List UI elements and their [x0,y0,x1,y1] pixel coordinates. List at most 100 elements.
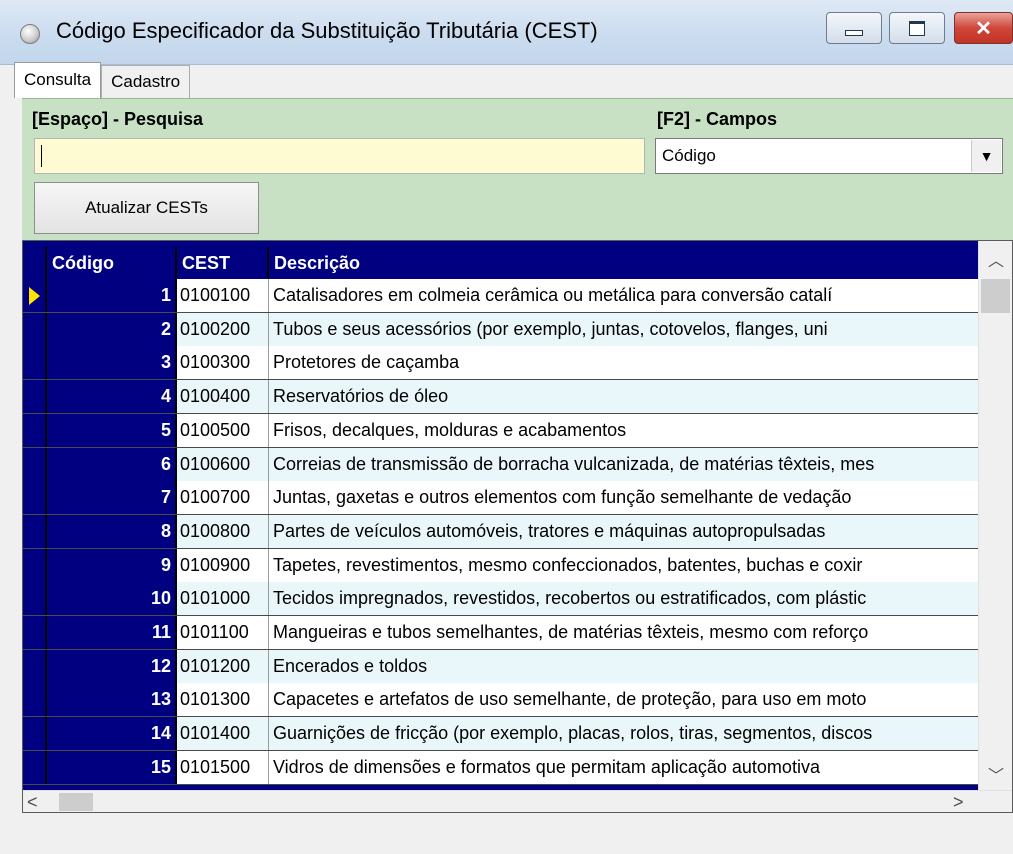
fields-label: [F2] - Campos [657,109,778,129]
close-icon: ✕ [975,17,992,40]
search-label: [Espaço] - Pesquisa [32,109,204,129]
descricao-cell[interactable]: Tapetes, revestimentos, mesmo confeccion… [269,548,978,582]
cest-cell[interactable]: 0100400 [177,380,269,414]
vertical-scrollbar[interactable]: ︿ ﹀ [978,241,1012,790]
codigo-cell[interactable]: 4 [47,380,177,414]
cest-cell[interactable]: 0100500 [177,413,269,447]
minimize-button[interactable] [826,12,882,44]
maximize-button[interactable] [889,12,945,44]
codigo-cell[interactable]: 14 [47,717,177,751]
codigo-cell[interactable]: 11 [47,616,177,649]
grid-header-row: Código CEST Descrição [23,247,978,279]
row-indicator-cell [23,413,47,447]
title-bar[interactable]: Código Especificador da Substituição Tri… [0,0,1013,65]
header-indicator-cell [23,247,47,279]
codigo-cell[interactable]: 8 [47,514,177,548]
column-header-codigo[interactable]: Código [47,247,177,279]
cest-cell[interactable]: 0101400 [177,717,269,751]
codigo-cell[interactable]: 6 [47,447,177,481]
scroll-left-icon[interactable]: < [27,791,38,812]
close-button[interactable]: ✕ [954,12,1013,44]
current-row-pointer-icon [29,287,40,305]
row-indicator-cell [23,616,47,649]
descricao-cell[interactable]: Correias de transmissão de borracha vulc… [269,447,978,481]
codigo-cell[interactable]: 10 [47,582,177,616]
codigo-cell[interactable]: 5 [47,413,177,447]
cest-cell[interactable]: 0101200 [177,649,269,683]
horizontal-scrollbar[interactable]: < > [23,790,1012,812]
codigo-cell[interactable]: 2 [47,312,177,346]
update-cests-button[interactable]: Atualizar CESTs [34,182,259,234]
cest-cell[interactable]: 0101100 [177,616,269,649]
tab-cadastro[interactable]: Cadastro [101,65,191,98]
codigo-cell[interactable]: 3 [47,346,177,380]
descricao-cell[interactable]: Capacetes e artefatos de uso semelhante,… [269,683,978,717]
table-row[interactable]: 8 0100800 Partes de veículos automóveis, t… [23,514,978,549]
descricao-cell[interactable]: Catalisadores em colmeia cerâmica ou met… [269,279,978,312]
table-row[interactable]: 15 0101500 Vidros de dimensões e formatos … [23,750,978,785]
cest-cell[interactable]: 0100600 [177,447,269,481]
column-header-descricao[interactable]: Descrição [269,247,978,279]
horizontal-scroll-thumb[interactable] [59,793,93,811]
table-row[interactable]: 11 0101100 Mangueiras e tubos semelhantes,… [23,616,978,650]
chevron-down-icon[interactable]: ▼ [971,140,1001,172]
descricao-cell[interactable]: Encerados e toldos [269,649,978,683]
cest-grid: Código CEST Descrição 1 0100100 Catalisado… [22,240,1013,813]
descricao-cell[interactable]: Reservatórios de óleo [269,380,978,414]
cest-cell[interactable]: 0100300 [177,346,269,380]
row-indicator-cell [23,717,47,751]
descricao-cell[interactable]: Protetores de caçamba [269,346,978,380]
table-row[interactable]: 4 0100400 Reservatórios de óleo [23,380,978,415]
table-row[interactable]: 1 0100100 Catalisadores em colmeia cerâmic… [23,279,978,313]
column-header-cest[interactable]: CEST [177,247,269,279]
descricao-cell[interactable]: Mangueiras e tubos semelhantes, de matér… [269,616,978,649]
vertical-scroll-thumb[interactable] [981,279,1010,313]
row-indicator-cell [23,582,47,616]
cest-cell[interactable]: 0100800 [177,514,269,548]
scroll-right-icon[interactable]: > [953,791,964,812]
search-input[interactable] [34,138,645,174]
table-row[interactable]: 7 0100700 Juntas, gaxetas e outros element… [23,481,978,516]
cest-cell[interactable]: 0100200 [177,312,269,346]
table-row[interactable]: 14 0101400 Guarnições de fricção (por exem… [23,717,978,752]
codigo-cell[interactable]: 15 [47,750,177,784]
table-row[interactable]: 3 0100300 Protetores de caçamba [23,346,978,381]
cest-cell[interactable]: 0100100 [177,279,269,312]
table-row[interactable]: 10 0101000 Tecidos impregnados, revestidos… [23,582,978,617]
descricao-cell[interactable]: Juntas, gaxetas e outros elementos com f… [269,481,978,515]
descricao-cell[interactable]: Tecidos impregnados, revestidos, recober… [269,582,978,616]
row-indicator-cell [23,312,47,346]
cest-cell[interactable]: 0101000 [177,582,269,616]
scroll-down-icon[interactable]: ﹀ [979,762,1012,788]
tab-consulta[interactable]: Consulta [14,62,102,98]
table-row[interactable]: 6 0100600 Correias de transmissão de borra… [23,447,978,482]
descricao-cell[interactable]: Partes de veículos automóveis, tratores … [269,514,978,548]
cest-cell[interactable]: 0100700 [177,481,269,515]
descricao-cell[interactable]: Tubos e seus acessórios (por exemplo, ju… [269,312,978,346]
row-indicator-cell [23,649,47,683]
row-indicator-cell [23,750,47,784]
codigo-cell[interactable]: 7 [47,481,177,515]
codigo-cell[interactable]: 13 [47,683,177,717]
app-icon [20,24,40,44]
descricao-cell[interactable]: Guarnições de fricção (por exemplo, plac… [269,717,978,751]
cest-window: Código Especificador da Substituição Tri… [0,0,1013,854]
codigo-cell[interactable]: 1 [47,279,177,312]
table-row[interactable]: 2 0100200 Tubos e seus acessórios (por exe… [23,312,978,347]
table-row[interactable]: 12 0101200 Encerados e toldos [23,649,978,684]
cest-cell[interactable]: 0101300 [177,683,269,717]
table-row[interactable]: 13 0101300 Capacetes e artefatos de uso se… [23,683,978,718]
table-row[interactable]: 5 0100500 Frisos, decalques, molduras e ac… [23,413,978,448]
codigo-cell[interactable]: 9 [47,548,177,582]
scroll-up-icon[interactable]: ︿ [979,247,1012,273]
grid-body: Código CEST Descrição 1 0100100 Catalisado… [23,241,978,791]
row-indicator-cell [23,548,47,582]
codigo-cell[interactable]: 12 [47,649,177,683]
table-row[interactable]: 9 0100900 Tapetes, revestimentos, mesmo co… [23,548,978,583]
fields-select[interactable]: Código ▼ [655,138,1003,174]
descricao-cell[interactable]: Vidros de dimensões e formatos que permi… [269,750,978,784]
row-indicator-cell [23,346,47,380]
cest-cell[interactable]: 0101500 [177,750,269,784]
descricao-cell[interactable]: Frisos, decalques, molduras e acabamento… [269,413,978,447]
cest-cell[interactable]: 0100900 [177,548,269,582]
